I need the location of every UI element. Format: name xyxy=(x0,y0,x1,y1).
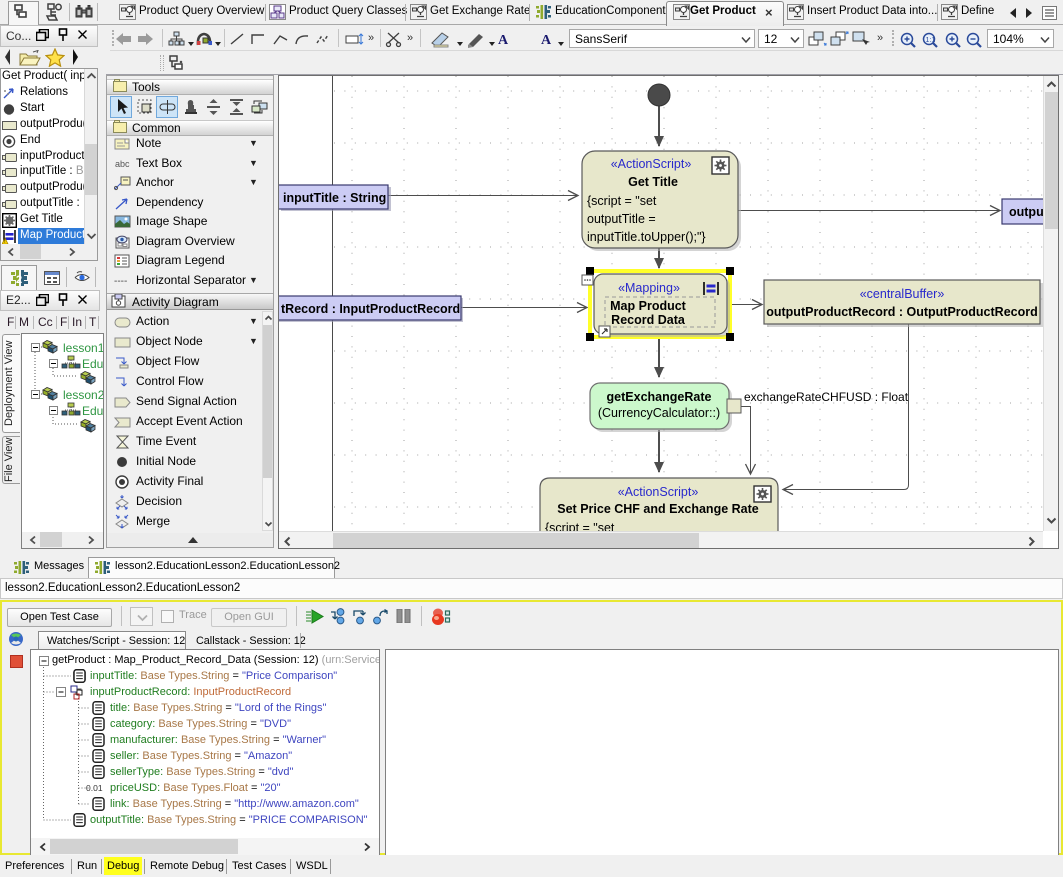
svg-text:«centralBuffer»: «centralBuffer» xyxy=(860,287,945,301)
svg-text:getExchangeRate: getExchangeRate xyxy=(607,390,712,404)
svg-text:A: A xyxy=(498,33,509,47)
svg-text:----: ---- xyxy=(114,276,127,287)
svg-text:{script = "set: {script = "set xyxy=(587,194,657,208)
svg-text:Set Price CHF and Exchange Rat: Set Price CHF and Exchange Rate xyxy=(557,502,759,516)
svg-text:«ActionScript»: «ActionScript» xyxy=(611,157,692,171)
svg-text:Record Data: Record Data xyxy=(611,313,686,327)
svg-text:«ActionScript»: «ActionScript» xyxy=(618,485,699,499)
svg-text:exchangeRateCHFUSD : Float: exchangeRateCHFUSD : Float xyxy=(744,390,909,404)
svg-text:1:1: 1:1 xyxy=(926,37,936,44)
svg-text:inputTitle.toUpper();"}: inputTitle.toUpper();"} xyxy=(587,230,706,244)
svg-text:inputTitle : String: inputTitle : String xyxy=(283,191,386,205)
svg-text:(CurrencyCalculator::): (CurrencyCalculator::) xyxy=(598,406,720,420)
svg-text:Map Product: Map Product xyxy=(610,299,687,313)
svg-text:outputProductRecord : OutputPr: outputProductRecord : OutputProductRecor… xyxy=(766,305,1038,319)
svg-text:outputTitle =: outputTitle = xyxy=(587,212,656,226)
svg-text:outpu: outpu xyxy=(1009,205,1044,219)
svg-text:A: A xyxy=(541,33,552,47)
svg-text:Get Title: Get Title xyxy=(628,175,678,189)
svg-text:«Mapping»: «Mapping» xyxy=(618,281,680,295)
svg-text:tRecord : InputProductRecord: tRecord : InputProductRecord xyxy=(281,302,460,316)
svg-text:2: 2 xyxy=(16,274,22,286)
svg-text:abc: abc xyxy=(115,159,130,169)
